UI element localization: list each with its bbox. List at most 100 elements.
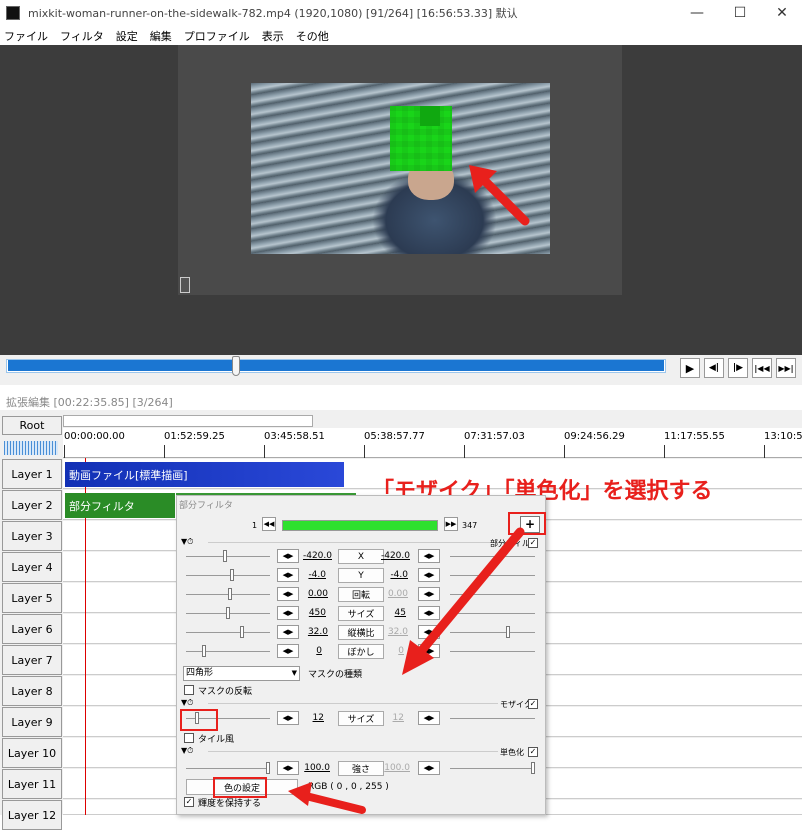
menu-filter[interactable]: フィルタ [60,28,104,44]
menu-edit[interactable]: 編集 [150,28,172,44]
next-frame-button[interactable]: |▶ [728,358,748,378]
strength-value-left[interactable]: 100.0 [296,763,330,773]
video-clip[interactable]: 動画ファイル[標準描画] [65,462,344,487]
aspect-slider-knob-left[interactable] [240,626,244,638]
size-value-right[interactable]: 45 [372,608,406,618]
x-slider-knob-left[interactable] [223,550,227,562]
x-slider-left[interactable] [186,556,270,557]
blur-value-left[interactable]: 0 [288,646,322,656]
next-key-button[interactable]: ▶▶ [444,517,458,531]
aspect-slider-knob-right[interactable] [506,626,510,638]
strength-slider-right[interactable] [450,768,535,769]
layer-10-header[interactable]: Layer 10 [2,738,62,768]
aspect-value-left[interactable]: 32.0 [294,627,328,637]
collapse-icon[interactable]: ▼⏱ [181,537,193,547]
mask-invert-checkbox[interactable] [184,685,194,695]
menu-other[interactable]: その他 [296,28,329,44]
mono-collapse-icon[interactable]: ▼⏱ [181,746,193,756]
play-button[interactable]: ▶ [680,358,700,378]
layer-11-header[interactable]: Layer 11 [2,769,62,799]
y-spin-right[interactable]: ◀▶ [418,568,440,582]
rgb-text: RGB ( 0 , 0 , 255 ) [308,782,389,792]
mosaic-collapse-icon[interactable]: ▼⏱ [181,698,193,708]
menu-view[interactable]: 表示 [262,28,284,44]
keep-luma-checkbox[interactable]: ✓ [184,797,194,807]
mask-type-label: マスクの種類 [308,670,363,680]
maximize-button[interactable]: ☐ [720,0,760,26]
strength-value-right[interactable]: 100.0 [376,763,410,773]
mask-type-value: 四角形 [186,668,214,678]
layer-12-header[interactable]: Layer 12 [2,800,62,830]
y-value-left[interactable]: -4.0 [292,570,326,580]
x-slider-right[interactable] [450,556,535,557]
layer-9-header[interactable]: Layer 9 [2,707,62,737]
seek-thumb[interactable] [232,356,240,376]
aspect-value-right[interactable]: 32.0 [374,627,408,637]
blur-slider-knob-left[interactable] [202,645,206,657]
strength-spin-right[interactable]: ◀▶ [418,761,440,775]
x-value-right[interactable]: -420.0 [376,551,410,561]
x-value-left[interactable]: -420.0 [298,551,332,561]
go-start-button[interactable]: |◀◀ [752,358,772,378]
minimize-button[interactable]: — [677,0,717,26]
menu-settings[interactable]: 設定 [116,28,138,44]
aspect-slider-right[interactable] [450,632,535,633]
layer-7-header[interactable]: Layer 7 [2,645,62,675]
layer-8-header[interactable]: Layer 8 [2,676,62,706]
ruler-label: 05:38:57.77 [364,431,425,442]
timeline-scrollbar[interactable] [63,415,313,427]
blur-slider-left[interactable] [186,651,270,652]
rotate-slider-knob-left[interactable] [228,588,232,600]
aspect-spin-right[interactable]: ◀▶ [418,625,440,639]
menu-file[interactable]: ファイル [4,28,48,44]
prev-key-button[interactable]: ◀◀ [262,517,276,531]
blur-slider-right[interactable] [450,651,535,652]
layer-5-header[interactable]: Layer 5 [2,583,62,613]
mono-enable-checkbox[interactable]: ✓ [528,747,538,757]
mosaic-size-spin-right[interactable]: ◀▶ [418,711,440,725]
size-value-left[interactable]: 450 [292,608,326,618]
tile-checkbox[interactable] [184,733,194,743]
ruler-tick [364,445,365,458]
prev-frame-button[interactable]: ◀| [704,358,724,378]
layer-3-header[interactable]: Layer 3 [2,521,62,551]
partial-filter-clip[interactable]: 部分フィルタ [65,493,175,518]
zoom-bar[interactable] [4,441,58,455]
strength-slider-knob[interactable] [266,762,270,774]
rotate-value-left[interactable]: 0.00 [294,589,328,599]
root-button[interactable]: Root [2,416,62,435]
size-slider-knob-left[interactable] [226,607,230,619]
y-value-right[interactable]: -4.0 [374,570,408,580]
blur-value-right[interactable]: 0 [370,646,404,656]
aspect-slider-left[interactable] [186,632,270,633]
chevron-down-icon: ▼ [291,669,297,677]
mask-type-select[interactable]: 四角形 ▼ [183,666,300,681]
rotate-value-right[interactable]: 0.00 [374,589,408,599]
layer-2-header[interactable]: Layer 2 [2,490,62,520]
mosaic-enable-checkbox[interactable]: ✓ [528,699,538,709]
layer-1-header[interactable]: Layer 1 [2,459,62,489]
rotate-spin-right[interactable]: ◀▶ [418,587,440,601]
layer-6-header[interactable]: Layer 6 [2,614,62,644]
size-slider-right[interactable] [450,613,535,614]
go-end-button[interactable]: ▶▶| [776,358,796,378]
y-slider-left[interactable] [186,575,270,576]
partial-enable-checkbox[interactable]: ✓ [528,538,538,548]
mosaic-size-value-left[interactable]: 12 [290,713,324,723]
layer-4-header[interactable]: Layer 4 [2,552,62,582]
menu-profile[interactable]: プロファイル [184,28,250,44]
blur-spin-right[interactable]: ◀▶ [418,644,440,658]
y-slider-right[interactable] [450,575,535,576]
x-spin-left[interactable]: ◀▶ [277,549,299,563]
y-slider-knob-left[interactable] [230,569,234,581]
mosaic-size-value-right[interactable]: 12 [370,713,404,723]
frame-range-bar[interactable] [282,520,438,531]
ruler-label: 11:17:55.55 [664,431,725,442]
rotate-slider-right[interactable] [450,594,535,595]
close-button[interactable]: ✕ [762,0,802,26]
mosaic-size-slider-right[interactable] [450,718,535,719]
size-spin-right[interactable]: ◀▶ [418,606,440,620]
strength-slider-left[interactable] [186,768,270,769]
strength-slider-knob-right[interactable] [531,762,535,774]
x-spin-right[interactable]: ◀▶ [418,549,440,563]
